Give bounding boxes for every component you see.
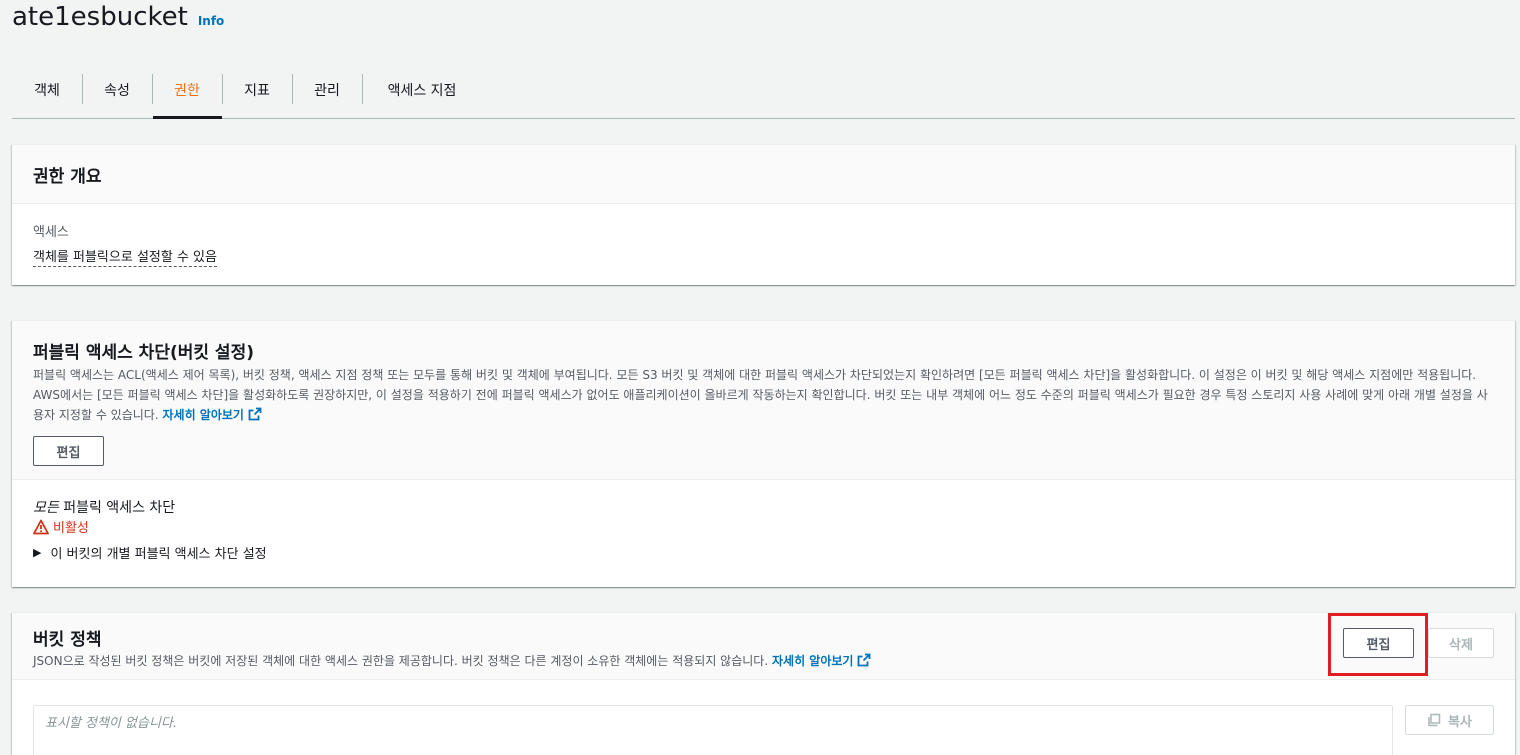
learn-more-label: 자세히 알아보기 bbox=[771, 654, 854, 668]
status-indicator: 비활성 bbox=[33, 517, 89, 536]
external-link-icon bbox=[858, 653, 871, 667]
external-link-icon bbox=[248, 407, 262, 421]
access-value[interactable]: 객체를 퍼블릭으로 설정할 수 있음 bbox=[33, 246, 217, 267]
learn-more-link[interactable]: 자세히 알아보기 bbox=[162, 407, 262, 422]
bucket-policy-edit-button[interactable]: 편집 bbox=[1343, 628, 1414, 658]
block-all-public-access-title: 모든 퍼블릭 액세스 차단 bbox=[33, 497, 175, 517]
status-text: 비활성 bbox=[53, 521, 89, 536]
block-public-access-header: 퍼블릭 액세스 차단(버킷 설정) 퍼블릭 액세스는 ACL(액세스 제어 목록… bbox=[12, 321, 1515, 480]
permissions-overview-title: 권한 개요 bbox=[33, 166, 102, 187]
learn-more-label: 자세히 알아보기 bbox=[162, 408, 244, 422]
policy-placeholder: 표시할 정책이 없습니다. bbox=[45, 716, 177, 731]
tab-metrics[interactable]: 지표 bbox=[222, 62, 292, 118]
bucket-policy-panel: 버킷 정책 JSON으로 작성된 버킷 정책은 버킷에 저장된 객체에 대한 액… bbox=[12, 612, 1515, 755]
bucket-policy-description-text: JSON으로 작성된 버킷 정책은 버킷에 저장된 객체에 대한 액세스 권한을… bbox=[33, 654, 769, 668]
tab-bar: 객체 속성 권한 지표 관리 액세스 지점 bbox=[12, 62, 1515, 119]
bucket-policy-title: 버킷 정책 bbox=[33, 630, 102, 650]
tab-properties[interactable]: 속성 bbox=[82, 62, 152, 118]
tab-management[interactable]: 관리 bbox=[292, 62, 362, 118]
bucket-policy-header: 버킷 정책 JSON으로 작성된 버킷 정책은 버킷에 저장된 객체에 대한 액… bbox=[12, 613, 1515, 680]
individual-settings-expander[interactable]: ▶ 이 버킷의 개별 퍼블릭 액세스 차단 설정 bbox=[33, 543, 267, 562]
copy-icon bbox=[1428, 713, 1441, 727]
page-title-row: ate1esbucket Info bbox=[12, 2, 224, 36]
permissions-overview-header: 권한 개요 bbox=[12, 145, 1515, 204]
tab-permissions[interactable]: 권한 bbox=[152, 62, 222, 119]
block-all-emphasis: 모든 bbox=[33, 500, 59, 516]
expander-label: 이 버킷의 개별 퍼블릭 액세스 차단 설정 bbox=[50, 547, 267, 562]
policy-editor[interactable]: 표시할 정책이 없습니다. bbox=[33, 705, 1393, 755]
s3-bucket-permissions-page: ate1esbucket Info 객체 속성 권한 지표 관리 액세스 지점 … bbox=[0, 0, 1520, 755]
tab-objects[interactable]: 객체 bbox=[12, 62, 82, 118]
block-public-access-title: 퍼블릭 액세스 차단(버킷 설정) bbox=[33, 343, 254, 363]
block-public-access-edit-button[interactable]: 편집 bbox=[33, 436, 104, 466]
block-public-access-description: 퍼블릭 액세스는 ACL(액세스 제어 목록), 버킷 정책, 액세스 지점 정… bbox=[33, 365, 1493, 425]
copy-label: 복사 bbox=[1448, 714, 1472, 730]
tab-access-points[interactable]: 액세스 지점 bbox=[362, 62, 482, 118]
block-public-access-panel: 퍼블릭 액세스 차단(버킷 설정) 퍼블릭 액세스는 ACL(액세스 제어 목록… bbox=[12, 320, 1515, 587]
permissions-overview-panel: 권한 개요 액세스 객체를 퍼블릭으로 설정할 수 있음 bbox=[12, 144, 1515, 285]
bucket-policy-description: JSON으로 작성된 버킷 정책은 버킷에 저장된 객체에 대한 액세스 권한을… bbox=[33, 651, 871, 671]
info-link[interactable]: Info bbox=[198, 14, 224, 28]
bucket-policy-delete-button[interactable]: 삭제 bbox=[1428, 628, 1494, 658]
warning-icon bbox=[33, 519, 49, 534]
block-all-title-rest: 퍼블릭 액세스 차단 bbox=[58, 500, 176, 516]
copy-button[interactable]: 복사 bbox=[1405, 705, 1494, 735]
page-title: ate1esbucket bbox=[12, 2, 188, 32]
access-label: 액세스 bbox=[33, 225, 69, 240]
caret-right-icon: ▶ bbox=[33, 546, 42, 559]
learn-more-link[interactable]: 자세히 알아보기 bbox=[771, 653, 871, 668]
